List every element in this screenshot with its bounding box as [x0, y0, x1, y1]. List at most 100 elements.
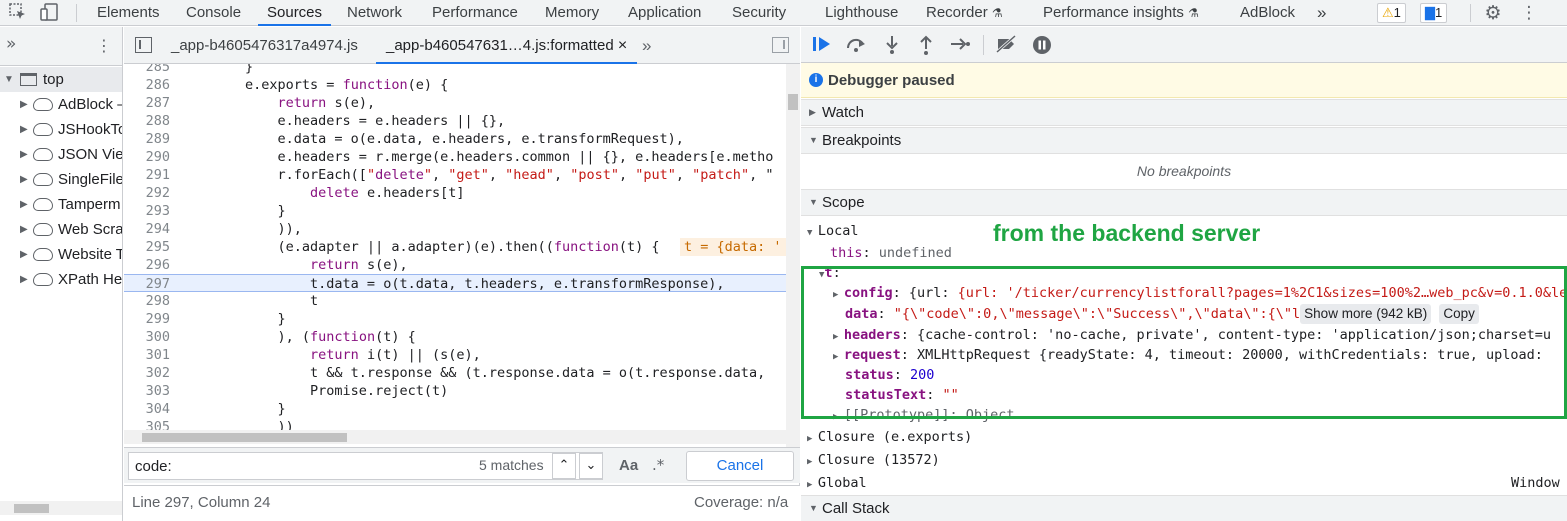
- code-line[interactable]: 286 e.exports = function(e) {: [124, 76, 786, 94]
- prop-headers[interactable]: ▶ headers: {cache-control: 'no-cache, pr…: [833, 325, 1551, 345]
- tab-lighthouse[interactable]: Lighthouse: [825, 0, 898, 26]
- scope-local[interactable]: ▼ Local: [807, 221, 858, 241]
- tree-item-extension[interactable]: ▶ JSON View: [0, 142, 122, 167]
- line-number[interactable]: 294: [124, 220, 170, 238]
- tab-recorder[interactable]: Recorder ⚗: [926, 0, 1003, 26]
- tree-item-extension[interactable]: ▶ Website T: [0, 242, 122, 267]
- device-toolbar-icon[interactable]: [40, 3, 60, 23]
- code-line[interactable]: 285 }: [124, 64, 786, 76]
- tab-console[interactable]: Console: [186, 0, 241, 26]
- scope-closure-13572[interactable]: ▶ Closure (13572): [807, 450, 940, 470]
- line-number[interactable]: 291: [124, 166, 170, 184]
- scope-var-t[interactable]: ▼t:: [819, 263, 841, 283]
- tree-item-extension[interactable]: ▶ Tamperm: [0, 192, 122, 217]
- tree-item-extension[interactable]: ▶ XPath Hel: [0, 267, 122, 292]
- line-number[interactable]: 296: [124, 256, 170, 274]
- code-line[interactable]: 292 delete e.headers[t]: [124, 184, 786, 202]
- code-area[interactable]: 285 } 286 e.exports = function(e) {287 re…: [124, 64, 786, 455]
- code-line[interactable]: 291 r.forEach(["delete", "get", "head", …: [124, 166, 786, 184]
- toggle-debugger-icon[interactable]: [772, 37, 789, 53]
- code-line[interactable]: 303 Promise.reject(t): [124, 382, 786, 400]
- code-line[interactable]: 299 }: [124, 310, 786, 328]
- line-number[interactable]: 297: [124, 275, 170, 293]
- code-vertical-scrollbar[interactable]: [786, 64, 800, 455]
- copy-button[interactable]: Copy: [1439, 304, 1479, 324]
- code-horizontal-scrollbar[interactable]: [124, 430, 786, 444]
- current-execution-line[interactable]: 297 t.data = o(t.data, t.headers, e.tran…: [124, 274, 786, 292]
- line-number[interactable]: 285: [124, 64, 170, 76]
- code-line[interactable]: 290 e.headers = r.merge(e.headers.common…: [124, 148, 786, 166]
- step-into-icon[interactable]: [881, 35, 903, 57]
- line-number[interactable]: 292: [124, 184, 170, 202]
- prop-prototype[interactable]: ▶ [[Prototype]]: Object: [833, 405, 1015, 425]
- line-number[interactable]: 303: [124, 382, 170, 400]
- scrollbar-thumb[interactable]: [14, 504, 49, 513]
- resume-icon[interactable]: [811, 35, 833, 57]
- scope-closure-exports[interactable]: ▶ Closure (e.exports): [807, 427, 972, 447]
- previous-match-button[interactable]: ⌃: [552, 453, 576, 479]
- line-number[interactable]: 293: [124, 202, 170, 220]
- tab-network[interactable]: Network: [347, 0, 402, 26]
- line-number[interactable]: 298: [124, 292, 170, 310]
- code-line[interactable]: 288 e.headers = e.headers || {},: [124, 112, 786, 130]
- scope-section-header[interactable]: ▼ Scope: [801, 189, 1567, 216]
- code-line[interactable]: 289 e.data = o(e.data, e.headers, e.tran…: [124, 130, 786, 148]
- call-stack-section-header[interactable]: ▼ Call Stack: [801, 495, 1567, 521]
- navigator-scrollbar[interactable]: [0, 501, 122, 515]
- code-line[interactable]: 294 )),: [124, 220, 786, 238]
- prop-config[interactable]: ▶ config: {url: {url: '/ticker/currencyl…: [833, 283, 1567, 303]
- pause-on-exceptions-icon[interactable]: [1031, 35, 1053, 57]
- tab-sources[interactable]: Sources: [258, 0, 332, 26]
- scrollbar-thumb[interactable]: [142, 433, 347, 442]
- tree-item-extension[interactable]: ▶ SingleFile: [0, 167, 122, 192]
- tab-memory[interactable]: Memory: [545, 0, 599, 26]
- line-number[interactable]: 289: [124, 130, 170, 148]
- line-number[interactable]: 287: [124, 94, 170, 112]
- watch-section-header[interactable]: ▶ Watch: [801, 99, 1567, 126]
- show-more-button[interactable]: Show more (942 kB): [1300, 304, 1432, 324]
- file-tab[interactable]: _app-b4605476317a4974.js: [171, 27, 358, 64]
- step-out-icon[interactable]: [915, 35, 937, 57]
- line-number[interactable]: 301: [124, 346, 170, 364]
- scrollbar-thumb[interactable]: [788, 94, 798, 110]
- line-number[interactable]: 300: [124, 328, 170, 346]
- toggle-navigator-icon[interactable]: [135, 37, 152, 53]
- tab-application[interactable]: Application: [628, 0, 701, 26]
- code-line[interactable]: 295 (e.adapter || a.adapter)(e).then((fu…: [124, 238, 786, 256]
- line-number[interactable]: 299: [124, 310, 170, 328]
- line-number[interactable]: 302: [124, 364, 170, 382]
- step-over-icon[interactable]: [845, 35, 867, 57]
- scope-global[interactable]: ▶ Global: [807, 473, 867, 493]
- code-line[interactable]: 296 return s(e),: [124, 256, 786, 274]
- file-tab-active[interactable]: _app-b460547631…4.js:formatted ×: [376, 27, 638, 64]
- breakpoints-section-header[interactable]: ▼ Breakpoints: [801, 127, 1567, 154]
- tab-performance-insights[interactable]: Performance insights ⚗: [1043, 0, 1199, 26]
- code-line[interactable]: 287 return s(e),: [124, 94, 786, 112]
- next-match-button[interactable]: ⌄: [579, 453, 603, 479]
- more-panes-icon[interactable]: »: [6, 34, 16, 54]
- regex-button[interactable]: .*: [652, 456, 664, 474]
- code-line[interactable]: 300 ), (function(t) {: [124, 328, 786, 346]
- cancel-search-button[interactable]: Cancel: [686, 451, 794, 481]
- tree-item-extension[interactable]: ▶ JSHookTo: [0, 117, 122, 142]
- tab-security[interactable]: Security: [732, 0, 786, 26]
- messages-badge[interactable]: ▇1: [1420, 3, 1448, 23]
- inspect-element-icon[interactable]: [8, 3, 28, 23]
- line-number[interactable]: 304: [124, 400, 170, 418]
- line-number[interactable]: 290: [124, 148, 170, 166]
- tree-item-top[interactable]: ▼ top: [0, 67, 122, 92]
- code-line[interactable]: 301 return i(t) || (s(e),: [124, 346, 786, 364]
- more-files-icon[interactable]: »: [642, 27, 651, 64]
- code-line[interactable]: 298 t: [124, 292, 786, 310]
- more-tabs-icon[interactable]: »: [1317, 0, 1326, 26]
- code-line[interactable]: 293 }: [124, 202, 786, 220]
- deactivate-breakpoints-icon[interactable]: [995, 34, 1017, 57]
- settings-gear-icon[interactable]: ⚙: [1483, 3, 1503, 23]
- tab-elements[interactable]: Elements: [97, 0, 160, 26]
- close-tab-icon[interactable]: ×: [618, 37, 627, 54]
- code-line[interactable]: 304 }: [124, 400, 786, 418]
- warnings-badge[interactable]: ⚠1: [1377, 3, 1406, 23]
- tab-adblock[interactable]: AdBlock: [1240, 0, 1295, 26]
- prop-request[interactable]: ▶ request: XMLHttpRequest {readyState: 4…: [833, 345, 1551, 365]
- more-options-icon[interactable]: ⋮: [1519, 3, 1539, 23]
